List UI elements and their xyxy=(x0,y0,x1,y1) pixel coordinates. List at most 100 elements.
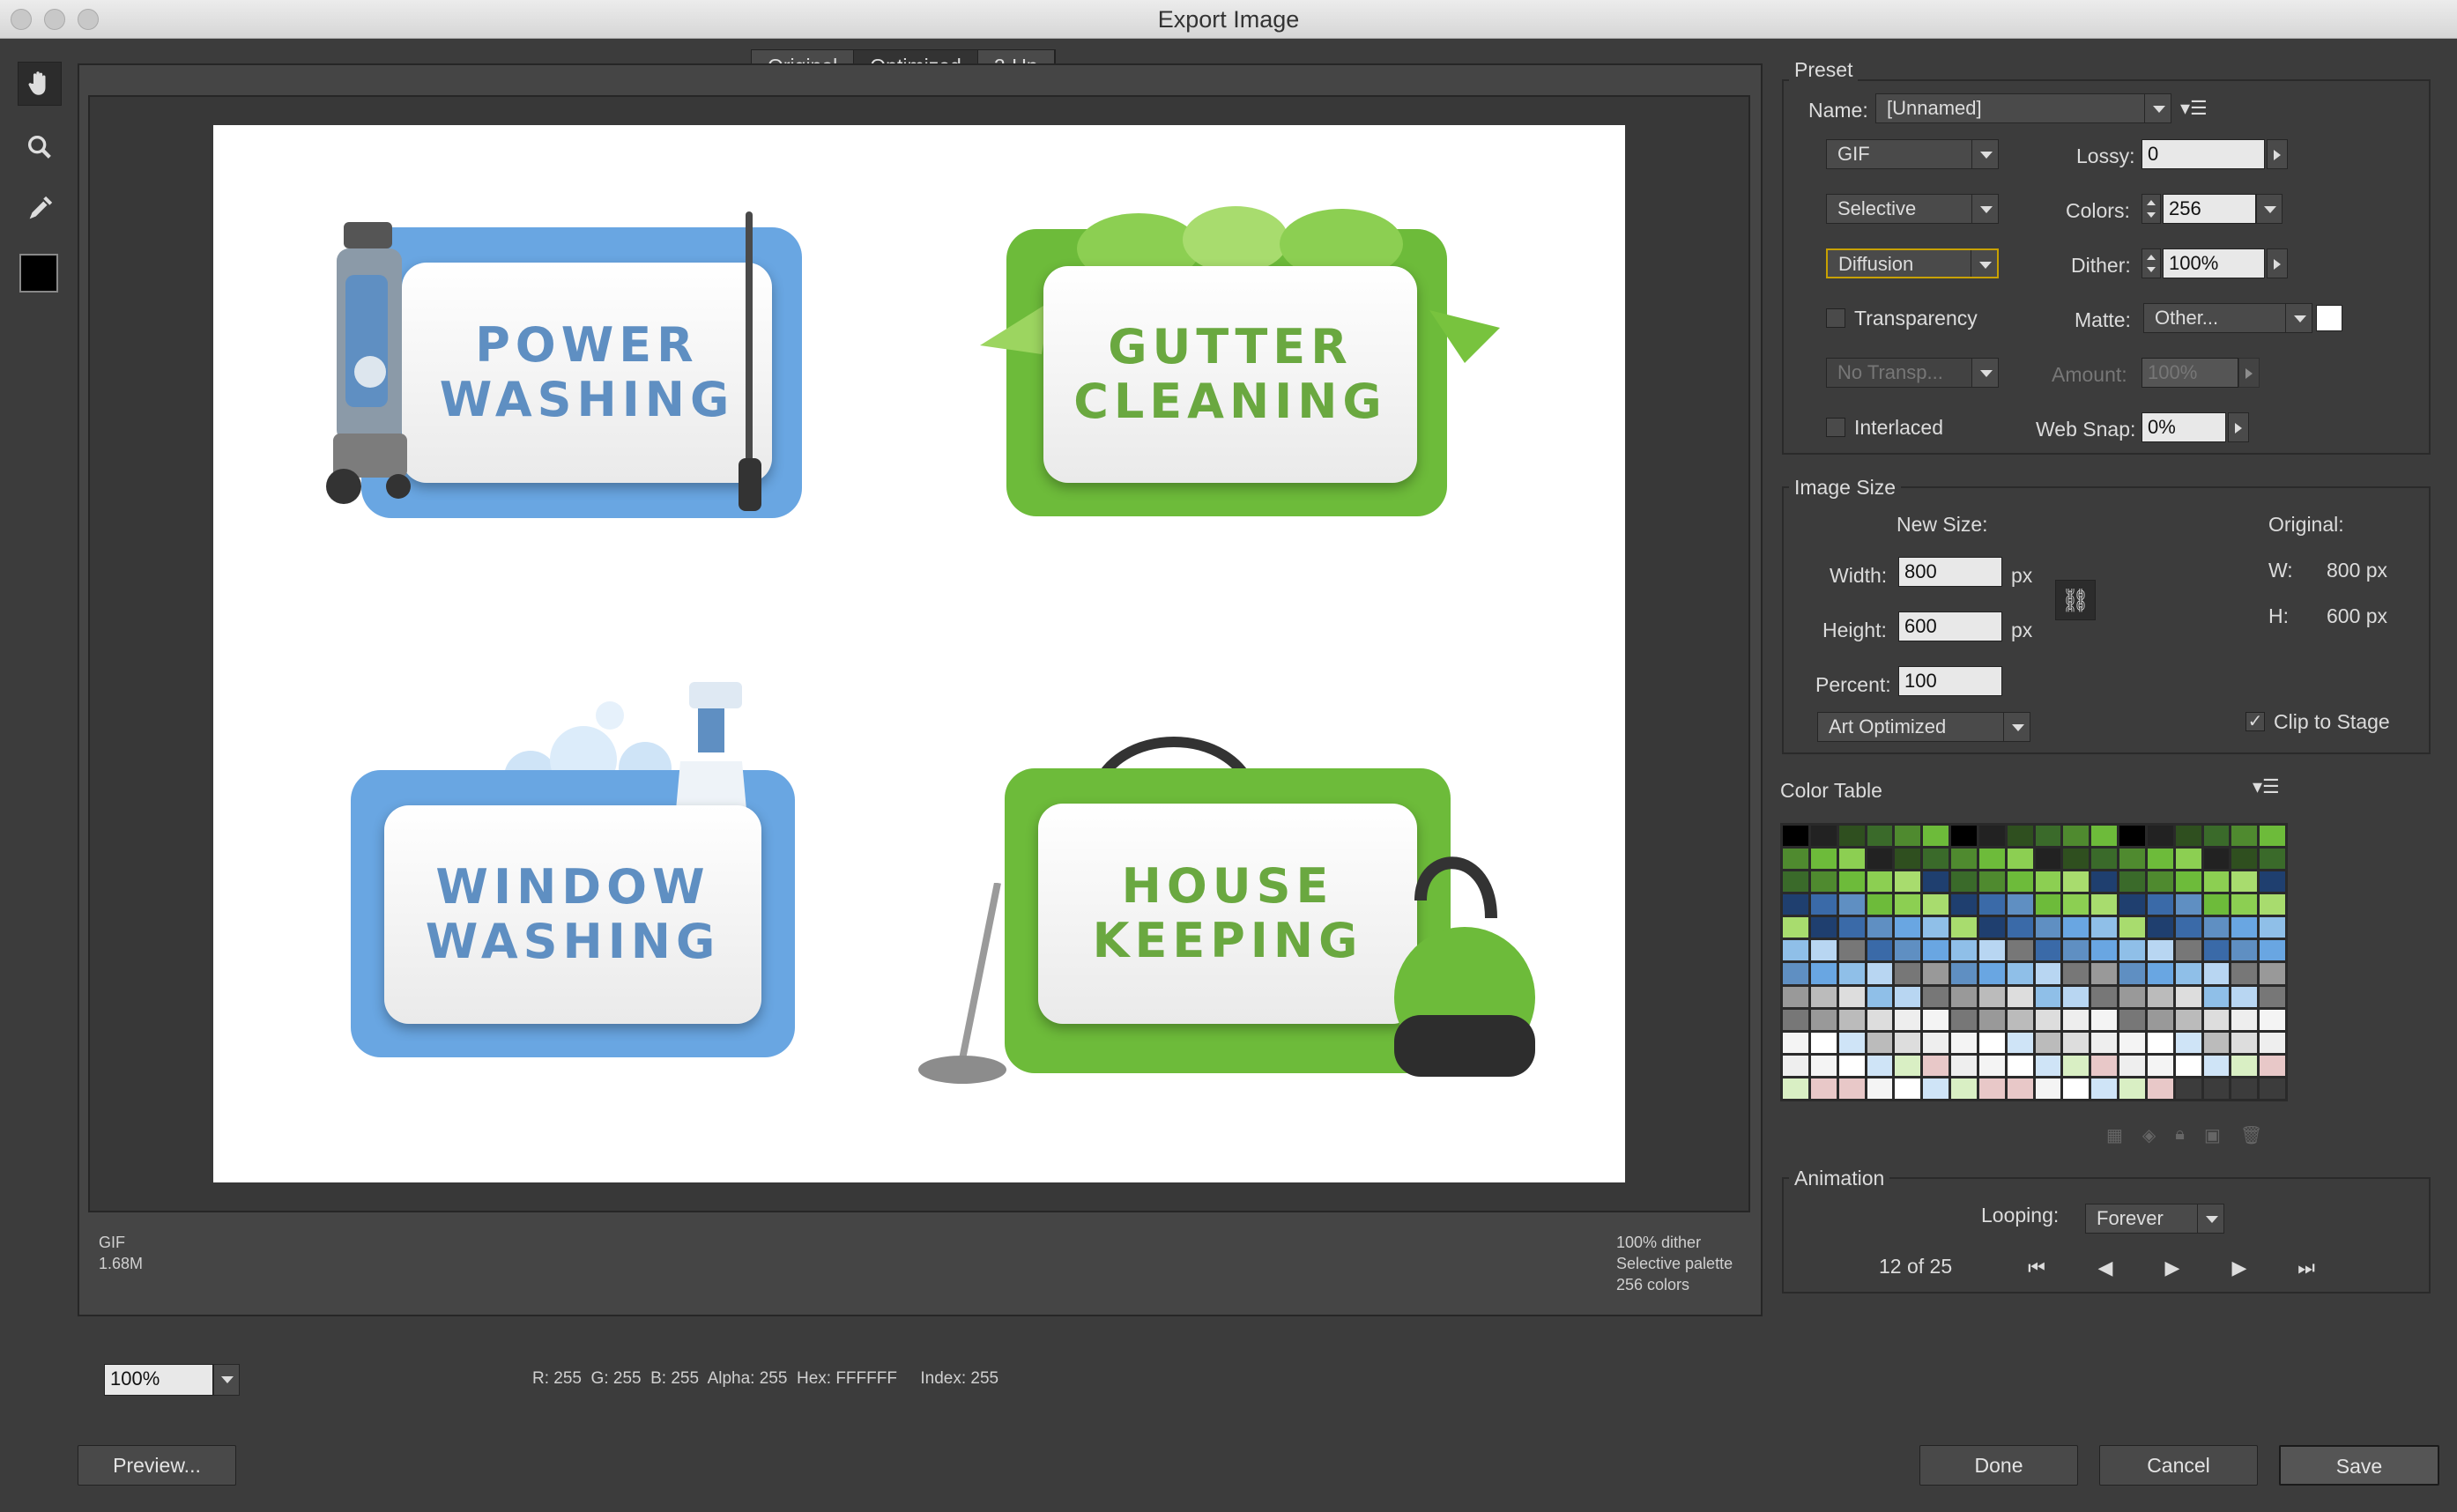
color-swatch[interactable] xyxy=(2203,894,2230,915)
color-swatch[interactable] xyxy=(2063,940,2090,961)
color-swatch[interactable] xyxy=(1978,894,2005,915)
color-swatch[interactable] xyxy=(2203,917,2230,938)
color-swatch[interactable] xyxy=(1895,1078,1921,1099)
color-swatch[interactable] xyxy=(1951,1009,1977,1030)
color-swatch[interactable] xyxy=(2119,826,2145,847)
color-swatch[interactable] xyxy=(1978,1055,2005,1076)
color-swatch[interactable] xyxy=(2203,1055,2230,1076)
color-swatch[interactable] xyxy=(2147,1009,2173,1030)
color-swatch[interactable] xyxy=(1838,1009,1865,1030)
web-snap-slider-button[interactable] xyxy=(2228,412,2249,442)
color-swatch[interactable] xyxy=(2035,963,2061,984)
color-swatch[interactable] xyxy=(2063,1032,2090,1053)
color-swatch[interactable] xyxy=(2007,894,2033,915)
color-swatch[interactable] xyxy=(1923,1009,1949,1030)
web-snap-field[interactable]: 0% xyxy=(2142,412,2226,442)
color-swatch[interactable] xyxy=(2007,1009,2033,1030)
color-swatch[interactable] xyxy=(1867,894,1893,915)
color-swatch[interactable] xyxy=(1867,871,1893,893)
color-swatch[interactable] xyxy=(1895,826,1921,847)
color-swatch[interactable] xyxy=(2260,849,2285,870)
color-swatch[interactable] xyxy=(1810,1078,1837,1099)
dither-algorithm-dropdown[interactable]: Diffusion xyxy=(1826,248,1999,278)
color-swatch[interactable] xyxy=(1810,963,1837,984)
color-swatch[interactable] xyxy=(1867,1009,1893,1030)
color-swatch[interactable] xyxy=(1867,1078,1893,1099)
web-shift-icon[interactable]: ▦ xyxy=(2106,1124,2123,1146)
color-swatch[interactable] xyxy=(2007,986,2033,1007)
color-swatch[interactable] xyxy=(2091,940,2117,961)
color-swatch[interactable] xyxy=(2203,826,2230,847)
color-swatch[interactable] xyxy=(1895,917,1921,938)
color-swatch[interactable] xyxy=(2147,1032,2173,1053)
color-swatch[interactable] xyxy=(2147,940,2173,961)
color-swatch[interactable] xyxy=(2175,849,2201,870)
last-frame-icon[interactable]: ⏭ xyxy=(2293,1255,2320,1281)
color-swatch[interactable] xyxy=(1951,1032,1977,1053)
dither-stepper[interactable] xyxy=(2142,248,2161,278)
color-swatch[interactable] xyxy=(1978,1032,2005,1053)
color-swatch[interactable] xyxy=(2119,986,2145,1007)
color-swatch[interactable] xyxy=(2175,1009,2201,1030)
color-swatch[interactable] xyxy=(2035,1078,2061,1099)
color-swatch[interactable] xyxy=(2175,940,2201,961)
color-swatch[interactable] xyxy=(2091,826,2117,847)
color-swatch[interactable] xyxy=(1923,963,1949,984)
color-swatch[interactable] xyxy=(1978,1009,2005,1030)
color-swatch[interactable] xyxy=(2175,917,2201,938)
color-swatch[interactable] xyxy=(1895,1009,1921,1030)
hand-tool[interactable] xyxy=(18,62,62,106)
color-swatch[interactable] xyxy=(2035,1009,2061,1030)
color-swatch[interactable] xyxy=(2231,849,2258,870)
transparency-checkbox[interactable] xyxy=(1826,308,1845,328)
dither-slider-button[interactable] xyxy=(2267,248,2288,278)
lossy-slider-button[interactable] xyxy=(2267,139,2288,169)
color-swatch[interactable] xyxy=(1951,1055,1977,1076)
color-swatch[interactable] xyxy=(1978,849,2005,870)
color-swatch[interactable] xyxy=(2260,940,2285,961)
percent-field[interactable]: 100 xyxy=(1898,666,2002,696)
color-swatch[interactable] xyxy=(1838,894,1865,915)
color-swatch[interactable] xyxy=(2231,1032,2258,1053)
color-swatch[interactable] xyxy=(2035,849,2061,870)
color-swatch[interactable] xyxy=(2035,1055,2061,1076)
color-swatch[interactable] xyxy=(2147,849,2173,870)
color-swatch[interactable] xyxy=(1838,1055,1865,1076)
zoom-level-dropdown[interactable] xyxy=(213,1364,240,1396)
color-swatch[interactable] xyxy=(2091,963,2117,984)
color-swatch[interactable] xyxy=(2035,940,2061,961)
color-swatch[interactable] xyxy=(1783,871,1808,893)
color-swatch[interactable] xyxy=(2175,986,2201,1007)
color-swatch[interactable] xyxy=(2231,963,2258,984)
color-swatch[interactable] xyxy=(1978,826,2005,847)
clip-to-stage-checkbox[interactable]: ✓ xyxy=(2245,712,2265,731)
colors-field[interactable]: 256 xyxy=(2163,194,2256,224)
color-swatch[interactable] xyxy=(2260,1078,2285,1099)
color-swatch[interactable] xyxy=(1810,826,1837,847)
color-swatch[interactable] xyxy=(2063,963,2090,984)
color-swatch[interactable] xyxy=(1810,1055,1837,1076)
color-swatch[interactable] xyxy=(2203,1009,2230,1030)
color-swatch[interactable] xyxy=(1867,1055,1893,1076)
save-button[interactable]: Save xyxy=(2279,1445,2439,1486)
color-swatch[interactable] xyxy=(1783,1009,1808,1030)
color-swatch[interactable] xyxy=(2147,894,2173,915)
color-swatch[interactable] xyxy=(1895,871,1921,893)
color-swatch[interactable] xyxy=(2091,871,2117,893)
color-swatch[interactable] xyxy=(2063,1078,2090,1099)
color-swatch[interactable] xyxy=(2231,1055,2258,1076)
color-swatch[interactable] xyxy=(1783,1078,1808,1099)
color-table-menu-icon[interactable]: ▾☰ xyxy=(2253,775,2280,798)
color-swatch[interactable] xyxy=(2260,1009,2285,1030)
color-swatch[interactable] xyxy=(2203,849,2230,870)
color-swatch[interactable] xyxy=(1923,826,1949,847)
color-swatch[interactable] xyxy=(2063,1055,2090,1076)
color-swatch[interactable] xyxy=(2260,986,2285,1007)
color-swatch[interactable] xyxy=(2260,1055,2285,1076)
color-swatch[interactable] xyxy=(1867,917,1893,938)
color-swatch[interactable] xyxy=(2260,894,2285,915)
colors-dropdown[interactable] xyxy=(2256,194,2283,224)
color-swatch[interactable] xyxy=(1951,849,1977,870)
color-swatch[interactable] xyxy=(2063,849,2090,870)
color-swatch[interactable] xyxy=(2203,871,2230,893)
